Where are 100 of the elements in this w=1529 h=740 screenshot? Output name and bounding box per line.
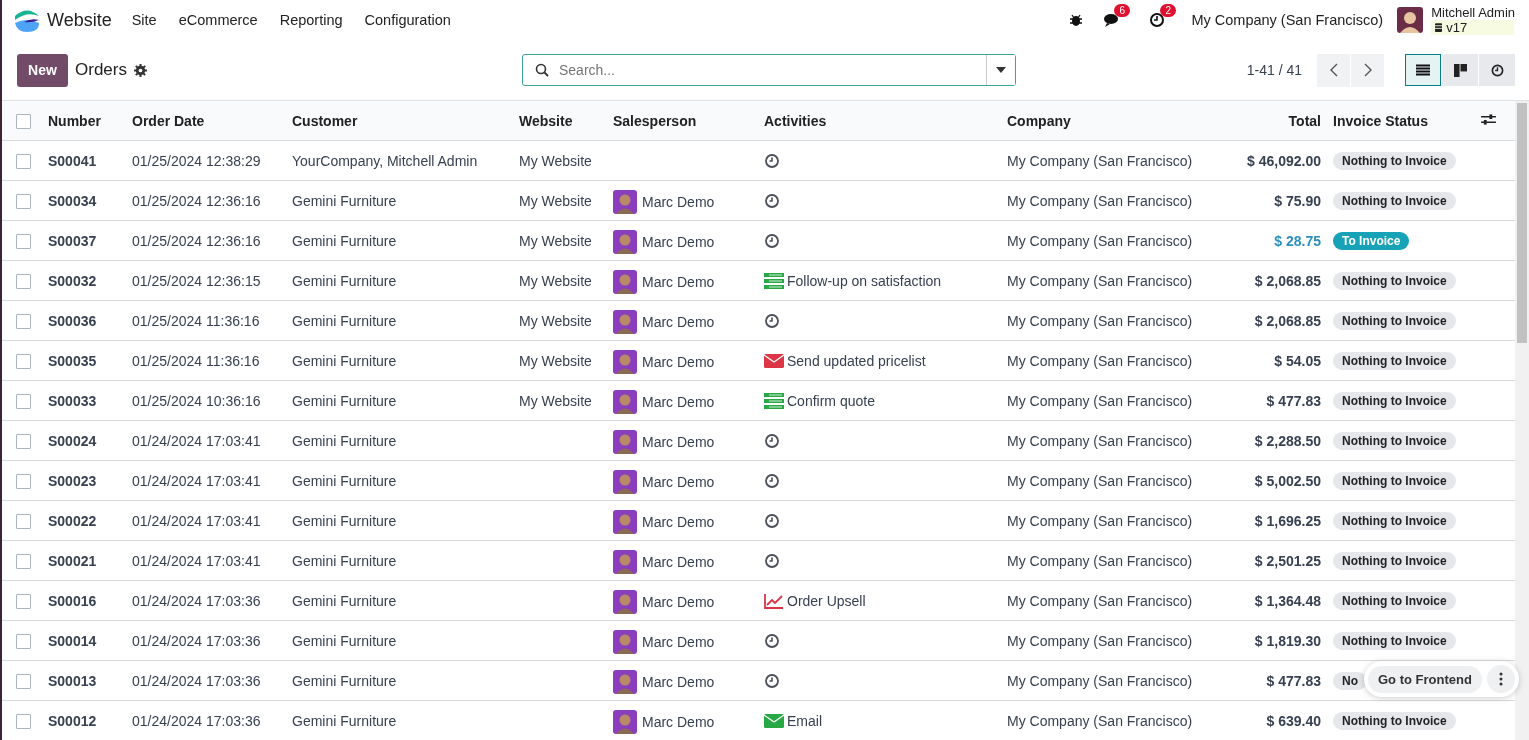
app-name[interactable]: Website	[47, 9, 112, 31]
row-checkbox[interactable]	[16, 153, 31, 169]
list-icon	[1416, 64, 1430, 76]
table-cell: $ 1,696.25	[1195, 500, 1327, 541]
table-cell: My Company (San Francisco)	[1001, 540, 1195, 581]
column-header[interactable]: Customer	[286, 101, 513, 141]
table-cell: Gemini Furniture	[286, 660, 513, 701]
invoice-status-badge: To Invoice	[1333, 231, 1410, 250]
clock-icon[interactable]	[764, 512, 780, 529]
row-checkbox[interactable]	[16, 633, 31, 649]
search-bar[interactable]: Search...	[521, 54, 1016, 86]
company-switcher[interactable]: My Company (San Francisco)	[1191, 12, 1384, 28]
row-checkbox[interactable]	[16, 673, 31, 689]
column-header[interactable]: Total	[1195, 101, 1327, 141]
envelope-icon[interactable]	[764, 713, 784, 728]
table-cell: My Company (San Francisco)	[1001, 180, 1195, 221]
new-button[interactable]: New	[17, 53, 68, 87]
table-cell: $ 1,364.48	[1195, 580, 1327, 621]
clock-icon[interactable]	[764, 472, 780, 489]
row-checkbox[interactable]	[16, 393, 31, 409]
invoice-status-badge: Nothing to Invoice	[1333, 431, 1456, 450]
activity-summary[interactable]: Order Upsell	[787, 592, 866, 609]
table-cell: 01/24/2024 17:03:41	[126, 540, 286, 581]
row-checkbox[interactable]	[16, 593, 31, 609]
search-field[interactable]: Search...	[556, 61, 986, 79]
scrollbar[interactable]	[1515, 101, 1529, 740]
invoice-status-badge: Nothing to Invoice	[1333, 591, 1456, 610]
row-checkbox[interactable]	[16, 353, 31, 369]
table-cell: My Company (San Francisco)	[1001, 460, 1195, 501]
row-checkbox[interactable]	[16, 313, 31, 329]
pager-value[interactable]: 1-41 / 41	[1246, 62, 1302, 78]
table-cell: S00022	[42, 500, 126, 541]
column-header[interactable]: Number	[42, 101, 126, 141]
more-options-button[interactable]	[1486, 665, 1515, 693]
settings-icon[interactable]	[133, 63, 147, 77]
avatar	[613, 349, 637, 374]
view-switch-button[interactable]	[1405, 54, 1441, 86]
row-checkbox[interactable]	[16, 433, 31, 449]
clock-icon[interactable]	[764, 192, 780, 209]
row-checkbox[interactable]	[16, 513, 31, 529]
database-icon	[1435, 23, 1443, 32]
menu-item[interactable]: Reporting	[279, 12, 343, 28]
bug-icon[interactable]	[1069, 13, 1084, 27]
table-cell: Gemini Furniture	[286, 620, 513, 661]
row-checkbox[interactable]	[16, 193, 31, 209]
next-page-button[interactable]	[1351, 53, 1384, 87]
row-checkbox[interactable]	[16, 273, 31, 289]
menu-item[interactable]: Configuration	[364, 12, 451, 28]
table-cell: S00023	[42, 460, 126, 501]
envelope-icon[interactable]	[764, 353, 784, 368]
row-checkbox[interactable]	[16, 713, 31, 729]
activity-summary[interactable]: Confirm quote	[787, 392, 875, 409]
table-cell: 01/24/2024 17:03:41	[126, 420, 286, 461]
clock-icon[interactable]	[764, 432, 780, 449]
column-header[interactable]: Salesperson	[607, 101, 758, 141]
table-cell: S00016	[42, 580, 126, 621]
avatar	[613, 389, 637, 414]
previous-page-button[interactable]	[1317, 53, 1350, 87]
salesperson-name: Marc Demo	[642, 633, 715, 650]
column-header[interactable]: Activities	[758, 101, 1001, 141]
column-header[interactable]: Website	[513, 101, 607, 141]
clock-icon[interactable]	[764, 672, 780, 689]
select-all-checkbox[interactable]	[16, 113, 31, 129]
go-to-frontend-button[interactable]: Go to Frontend	[1368, 665, 1482, 693]
row-checkbox[interactable]	[16, 553, 31, 569]
clock-icon[interactable]	[764, 632, 780, 649]
salesperson-name: Marc Demo	[642, 673, 715, 690]
line-chart-icon[interactable]	[764, 592, 784, 609]
clock-icon[interactable]	[764, 152, 780, 169]
view-switch-button[interactable]	[1479, 54, 1515, 86]
user-name[interactable]: Mitchell Admin	[1431, 5, 1515, 20]
menu-item[interactable]: eCommerce	[178, 12, 258, 28]
page-title: Orders	[75, 60, 127, 80]
sliders-icon[interactable]	[1481, 112, 1496, 126]
row-checkbox[interactable]	[16, 233, 31, 249]
clock-icon[interactable]	[764, 552, 780, 569]
table-cell: My Company (San Francisco)	[1001, 660, 1195, 701]
avatar	[613, 709, 637, 734]
column-header[interactable]: Invoice Status	[1327, 101, 1475, 141]
table-cell: My Website	[519, 312, 592, 329]
table-cell: My Company (San Francisco)	[1001, 580, 1195, 621]
clock-icon[interactable]	[764, 312, 780, 329]
activity-summary[interactable]: Email	[787, 712, 822, 729]
list-icon[interactable]	[764, 272, 784, 289]
activity-summary[interactable]: Send updated pricelist	[787, 352, 926, 369]
column-header[interactable]: Order Date	[126, 101, 286, 141]
table-cell: 01/24/2024 17:03:36	[126, 700, 286, 740]
menu-item[interactable]: Site	[131, 12, 157, 28]
column-header[interactable]: Company	[1001, 101, 1195, 141]
invoice-status-badge: No	[1333, 671, 1367, 690]
table-cell: S00021	[42, 540, 126, 581]
view-switch-button[interactable]	[1442, 54, 1478, 86]
table-cell: 01/24/2024 17:03:41	[126, 500, 286, 541]
row-checkbox[interactable]	[16, 473, 31, 489]
clock-icon[interactable]	[1149, 12, 1166, 28]
clock-icon[interactable]	[764, 232, 780, 249]
user-avatar[interactable]	[1397, 7, 1424, 33]
table-cell: 01/25/2024 11:36:16	[126, 300, 286, 341]
list-icon[interactable]	[764, 392, 784, 409]
activity-summary[interactable]: Follow-up on satisfaction	[787, 272, 942, 289]
